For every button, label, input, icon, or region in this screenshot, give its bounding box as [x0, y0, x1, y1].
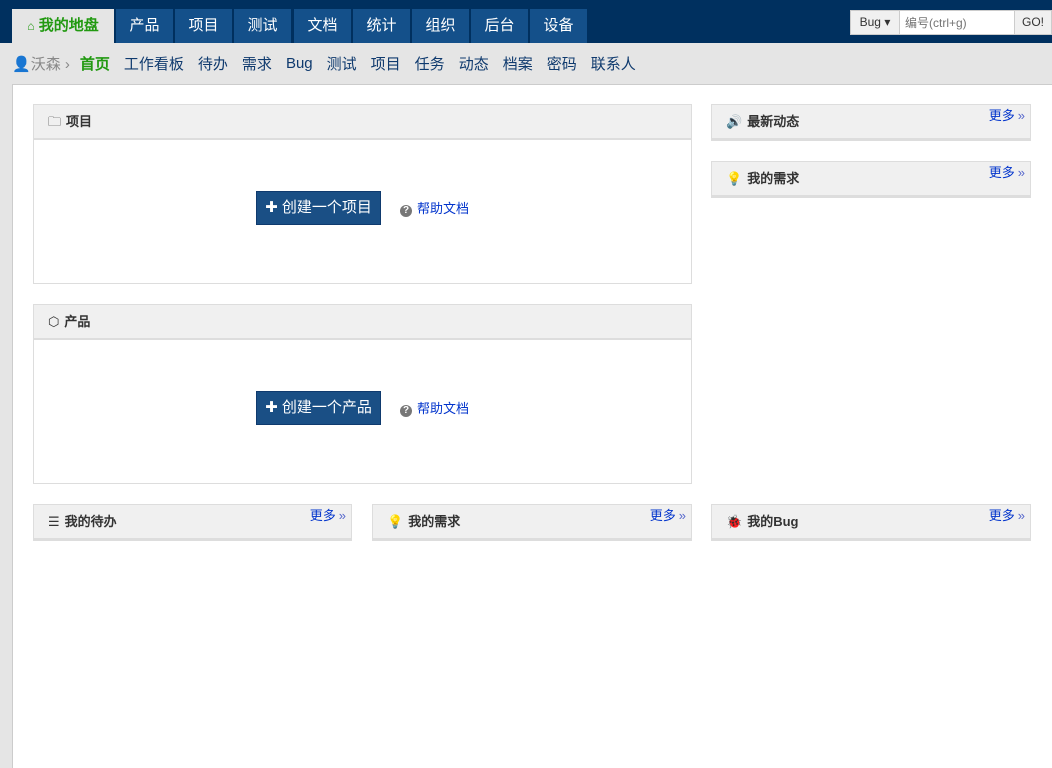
bug-icon: 🐞	[726, 514, 743, 529]
dashboard: 🗀 项目 ✚ 创建一个项目 ? 帮助文档 ⬡ 产品 ✚ 创建一个产品 ? 帮助文档 🔊 最…	[12, 84, 1052, 768]
list-icon: ☰	[48, 514, 60, 529]
more-link[interactable]: 更多»	[310, 499, 346, 532]
my-bug-panel: 🐞 我的Bug 更多»	[711, 504, 1031, 541]
cube-icon: ⬡	[48, 314, 60, 329]
subnav-kanban[interactable]: 工作看板	[124, 53, 184, 74]
panel-title: 项目	[66, 114, 93, 129]
tab-org[interactable]: 组织	[412, 9, 469, 43]
double-chevron-icon: »	[1017, 165, 1025, 180]
my-story-panel-right: 💡 我的需求 更多»	[711, 161, 1031, 198]
my-story-panel: 💡 我的需求 更多»	[372, 504, 692, 541]
create-product-button[interactable]: ✚ 创建一个产品	[256, 391, 381, 425]
help-doc-link[interactable]: ? 帮助文档	[400, 398, 469, 417]
subnav-password[interactable]: 密码	[547, 53, 577, 74]
question-icon: ?	[400, 205, 412, 217]
user-icon: 👤	[12, 56, 31, 73]
tab-project[interactable]: 项目	[175, 9, 232, 43]
more-link[interactable]: 更多»	[989, 499, 1025, 532]
subnav-project[interactable]: 项目	[371, 53, 401, 74]
bullhorn-icon: 🔊	[726, 114, 743, 129]
tab-admin[interactable]: 后台	[471, 9, 528, 43]
user-breadcrumb[interactable]: 👤沃森 ›	[12, 53, 70, 74]
double-chevron-icon: »	[1017, 108, 1025, 123]
tab-my-dashboard[interactable]: ⌂ 我的地盘	[12, 9, 114, 43]
home-icon: ⌂	[27, 19, 35, 33]
search-input[interactable]	[899, 11, 1014, 34]
panel-title: 产品	[64, 314, 91, 329]
tab-stats[interactable]: 统计	[353, 9, 410, 43]
folder-icon: 🗀	[48, 114, 62, 129]
top-navbar: ⌂ 我的地盘 产品 项目 测试 文档 统计 组织 后台 设备 Bug ▾ GO!	[0, 0, 1052, 43]
more-link[interactable]: 更多»	[989, 156, 1025, 189]
caret-down-icon: ▾	[884, 15, 891, 29]
subnav-story[interactable]: 需求	[242, 53, 272, 74]
subnav-contacts[interactable]: 联系人	[591, 53, 636, 74]
question-icon: ?	[400, 405, 412, 417]
tab-product[interactable]: 产品	[116, 9, 173, 43]
subnav-todo[interactable]: 待办	[198, 53, 228, 74]
quick-search: Bug ▾ GO!	[850, 10, 1052, 35]
search-type-select[interactable]: Bug ▾	[851, 11, 899, 34]
subnav-profile[interactable]: 档案	[503, 53, 533, 74]
more-link[interactable]: 更多»	[989, 99, 1025, 132]
lightbulb-icon: 💡	[726, 171, 743, 186]
more-link[interactable]: 更多»	[650, 499, 686, 532]
tab-test[interactable]: 测试	[234, 9, 291, 43]
subnav-test[interactable]: 测试	[327, 53, 357, 74]
lightbulb-icon: 💡	[387, 514, 404, 529]
tab-doc[interactable]: 文档	[294, 9, 351, 43]
dynamic-panel: 🔊 最新动态 更多»	[711, 104, 1031, 141]
subnav-home[interactable]: 首页	[80, 53, 110, 74]
help-doc-link[interactable]: ? 帮助文档	[400, 198, 469, 217]
double-chevron-icon: »	[338, 508, 346, 523]
go-button[interactable]: GO!	[1014, 11, 1051, 34]
subnav-bug[interactable]: Bug	[286, 55, 313, 72]
project-panel: 🗀 项目 ✚ 创建一个项目 ? 帮助文档	[33, 104, 692, 284]
product-panel: ⬡ 产品 ✚ 创建一个产品 ? 帮助文档	[33, 304, 692, 484]
create-project-button[interactable]: ✚ 创建一个项目	[256, 191, 381, 225]
plus-icon: ✚	[265, 199, 278, 216]
subnav-dynamic[interactable]: 动态	[459, 53, 489, 74]
plus-icon: ✚	[265, 399, 278, 416]
sub-navbar: 👤沃森 › 首页 工作看板 待办 需求 Bug 测试 项目 任务 动态 档案 密…	[0, 43, 1052, 84]
double-chevron-icon: »	[1017, 508, 1025, 523]
tab-device[interactable]: 设备	[530, 9, 587, 43]
double-chevron-icon: »	[678, 508, 686, 523]
todo-panel: ☰ 我的待办 更多»	[33, 504, 352, 541]
subnav-task[interactable]: 任务	[415, 53, 445, 74]
